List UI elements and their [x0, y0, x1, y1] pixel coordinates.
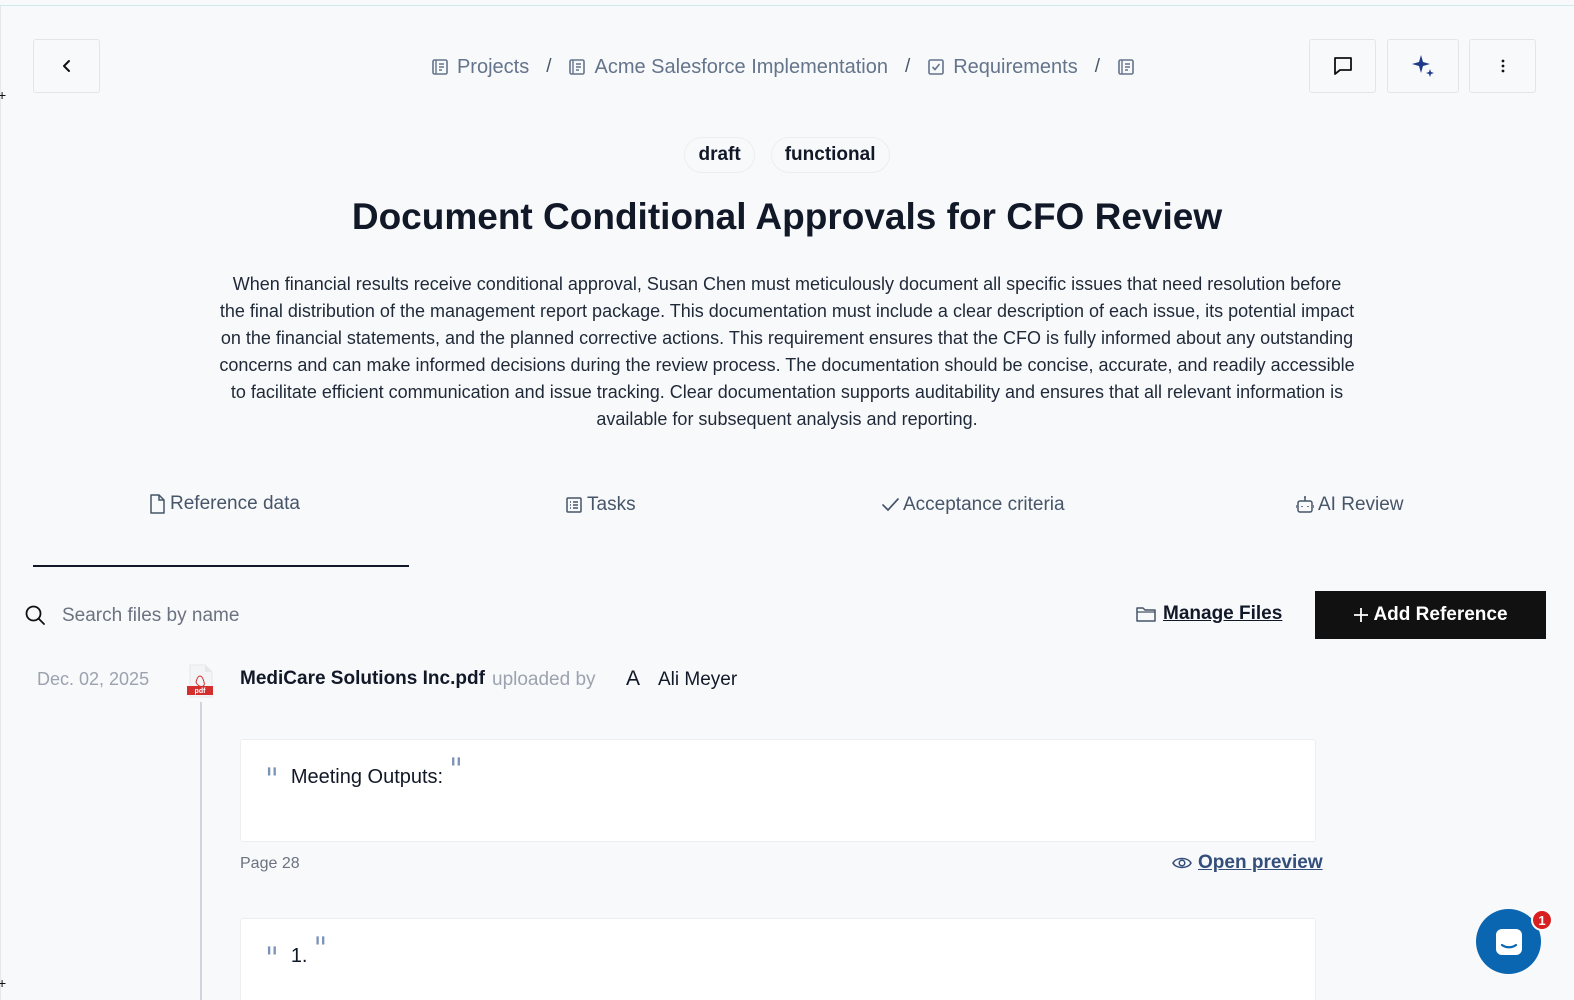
tab-ai-review[interactable]: AI Review	[1296, 494, 1404, 516]
list-icon	[566, 497, 582, 513]
open-quote-icon: "	[265, 762, 279, 797]
breadcrumb-item-project[interactable]: Acme Salesforce Implementation	[568, 55, 888, 79]
breadcrumb-separator: /	[904, 56, 911, 77]
tab-label: Reference data	[170, 493, 300, 514]
timeline-line	[200, 702, 202, 1000]
chat-icon	[1495, 928, 1522, 955]
tag-list: draft functional	[0, 137, 1574, 173]
tab-tasks[interactable]: Tasks	[565, 494, 636, 516]
open-preview-label: Open preview	[1198, 852, 1323, 873]
comment-icon	[1333, 57, 1352, 75]
ai-assist-button[interactable]	[1387, 39, 1459, 93]
page-title: Document Conditional Approvals for CFO R…	[351, 196, 1223, 237]
open-quote-icon: "	[265, 941, 279, 976]
pdf-label: pdf	[195, 688, 207, 695]
quote-text: 1.	[290, 945, 308, 967]
search-icon	[25, 605, 45, 625]
tab-acceptance-criteria[interactable]: Acceptance criteria	[881, 494, 1065, 516]
more-options-button[interactable]	[1469, 39, 1536, 93]
quote-text: Meeting Outputs:	[290, 766, 444, 788]
breadcrumb-label: Projects	[456, 55, 530, 78]
file-name-link[interactable]: MediCare Solutions Inc.pdf	[240, 668, 485, 690]
active-tab-indicator	[33, 565, 409, 567]
crosshair-mark: +	[0, 975, 7, 991]
folder-icon	[1136, 607, 1156, 622]
check-icon	[882, 498, 899, 512]
file-icon	[150, 494, 165, 514]
eye-icon	[1172, 857, 1192, 869]
reference-quote-card[interactable]: " Meeting Outputs: "	[240, 739, 1316, 842]
pdf-file-icon: pdf	[187, 664, 213, 698]
breadcrumb-item-current[interactable]	[1117, 58, 1143, 76]
close-quote-icon: "	[449, 752, 463, 787]
document-icon	[432, 59, 448, 75]
robot-icon	[1296, 496, 1314, 513]
open-preview-link[interactable]: Open preview	[1172, 852, 1323, 874]
manage-files-label: Manage Files	[1163, 603, 1283, 624]
more-vertical-icon	[1501, 59, 1504, 73]
add-reference-label: Add Reference	[1373, 604, 1508, 625]
page-number: Page 28	[240, 855, 300, 872]
top-border	[0, 5, 1574, 6]
status-badge: draft	[684, 137, 755, 173]
requirement-description: When financial results receive condition…	[219, 274, 1355, 429]
tab-label: Tasks	[587, 494, 636, 515]
tab-bar: Reference data Tasks Acceptance criteria…	[33, 490, 1533, 522]
tab-reference-data[interactable]: Reference data	[148, 493, 300, 515]
add-reference-button[interactable]: Add Reference	[1315, 591, 1546, 639]
manage-files-link[interactable]: Manage Files	[1135, 603, 1282, 625]
breadcrumb-separator: /	[1094, 56, 1101, 77]
sparkle-icon	[1412, 55, 1434, 77]
tab-label: AI Review	[1318, 494, 1404, 515]
file-date: Dec. 02, 2025	[37, 669, 150, 689]
quote: " 1. "	[265, 934, 327, 976]
tab-label: Acceptance criteria	[903, 494, 1065, 515]
type-badge: functional	[770, 137, 890, 173]
plus-icon	[1354, 608, 1369, 622]
breadcrumb-separator: /	[546, 56, 552, 77]
close-quote-icon: "	[313, 931, 328, 966]
uploader-name: Ali Meyer	[658, 669, 738, 690]
breadcrumb-item-requirements[interactable]: Requirements	[927, 56, 1078, 79]
reference-quote-card[interactable]: " 1. "	[240, 918, 1316, 1000]
breadcrumb-label: Acme Salesforce Implementation	[594, 55, 888, 78]
checkbox-icon	[928, 59, 945, 75]
document-icon	[569, 59, 586, 75]
document-icon	[1118, 59, 1134, 75]
notification-badge: 1	[1531, 909, 1553, 931]
crosshair-mark: +	[0, 87, 7, 103]
avatar: A	[625, 667, 640, 690]
search-input[interactable]	[62, 602, 562, 630]
comments-button[interactable]	[1309, 39, 1376, 93]
uploaded-by-label: uploaded by	[492, 669, 596, 690]
quote: " Meeting Outputs: "	[265, 755, 463, 797]
breadcrumb-label: Requirements	[953, 55, 1078, 78]
breadcrumb-item-projects[interactable]: Projects	[431, 56, 529, 79]
